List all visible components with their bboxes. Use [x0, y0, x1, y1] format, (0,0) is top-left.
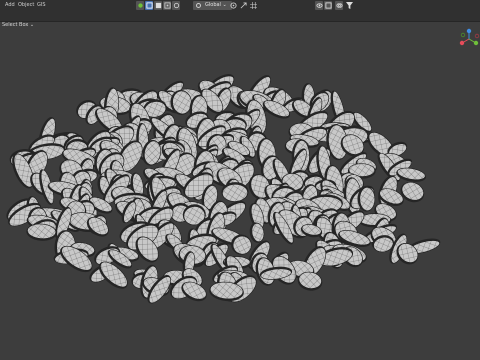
xray-button[interactable] — [324, 1, 332, 10]
select-box-icon — [146, 2, 153, 9]
viewport-shading-icon — [155, 2, 162, 9]
filter-button[interactable] — [346, 2, 355, 9]
menu-gis[interactable]: GIS — [37, 1, 46, 9]
overlay-button[interactable] — [335, 1, 343, 10]
proportional-edit-icon — [173, 2, 180, 9]
viewport-shading-button[interactable] — [154, 1, 162, 10]
transform-orientation-dropdown[interactable]: Global ⌄ — [193, 1, 232, 10]
chevron-down-icon: ⌄ — [222, 2, 227, 8]
proportional-edit-button[interactable] — [172, 1, 180, 10]
visibility-button[interactable] — [315, 1, 323, 10]
snap-icon — [164, 2, 171, 9]
snap-target-icon[interactable] — [240, 2, 247, 9]
object-mode-button[interactable] — [136, 1, 144, 10]
snap-grid-icon[interactable] — [250, 2, 257, 9]
3d-viewport[interactable] — [0, 21, 480, 360]
overlay-group — [315, 1, 355, 10]
orientation-label: Global — [205, 2, 221, 8]
xray-icon — [325, 2, 332, 9]
object-mode-icon — [138, 3, 143, 8]
menu-bar: Add Object GIS Global ⌄ — [0, 0, 480, 10]
seed-face — [397, 167, 426, 181]
pivot-snap-group — [230, 1, 266, 10]
globe-icon — [196, 3, 201, 8]
seed-face — [359, 187, 376, 211]
filter-icon — [346, 2, 353, 9]
menu-add[interactable]: Add — [5, 1, 15, 9]
select-box-button[interactable] — [145, 1, 153, 10]
menu-object[interactable]: Object — [18, 1, 34, 9]
transform-pivot-icon[interactable] — [230, 2, 237, 9]
eye-icon — [316, 3, 323, 8]
snap-button[interactable] — [163, 1, 171, 10]
pumpkin-seed-pile[interactable] — [2, 69, 441, 307]
overlay-icon — [336, 3, 343, 8]
